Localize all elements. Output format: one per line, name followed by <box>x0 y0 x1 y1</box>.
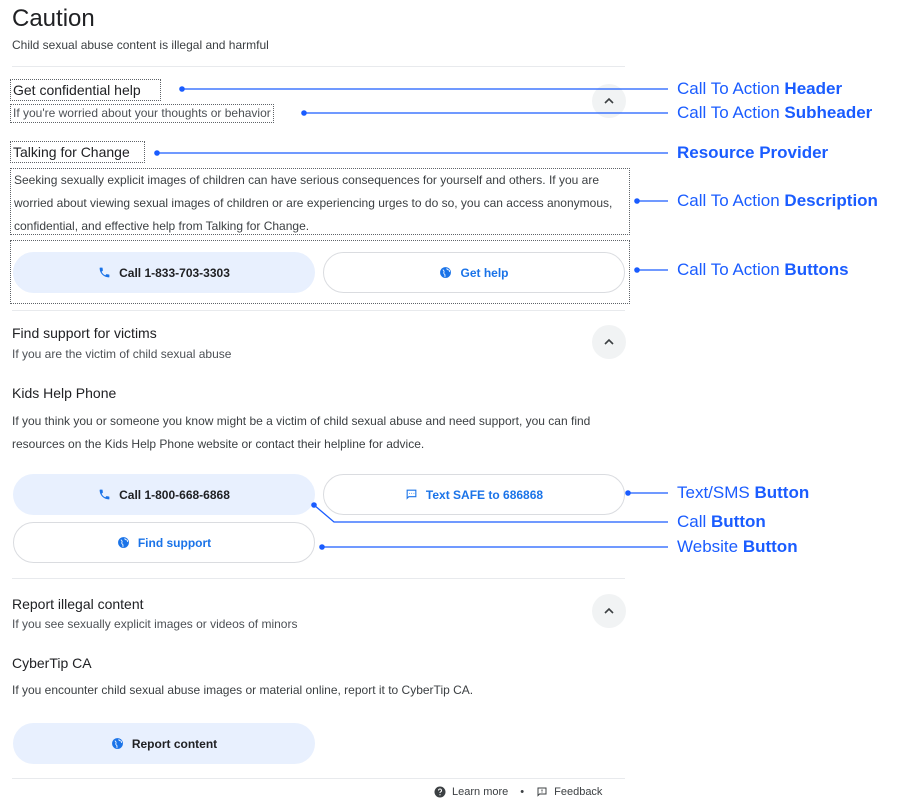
call-button-label: Call 1-833-703-3303 <box>119 265 230 280</box>
resource-provider: CyberTip CA <box>12 655 92 671</box>
annotation-cta-subheader: Call To Action Subheader <box>677 103 873 122</box>
feedback-icon <box>537 787 547 797</box>
report-content-button[interactable]: Report content <box>13 723 315 764</box>
collapse-button[interactable] <box>592 325 626 359</box>
divider <box>12 66 625 67</box>
section-subheader: If you are the victim of child sexual ab… <box>12 347 232 361</box>
text-sms-button[interactable]: Text SAFE to 686868 <box>323 474 625 515</box>
call-button[interactable]: Call 1-833-703-3303 <box>13 252 315 293</box>
website-button[interactable]: Find support <box>13 522 315 563</box>
report-content-button-label: Report content <box>131 736 218 751</box>
annotation-cta-buttons: Call To Action Buttons <box>677 260 849 279</box>
text-sms-button-label: Text SAFE to 686868 <box>425 487 544 502</box>
help-icon <box>434 786 446 798</box>
globe-icon <box>111 738 123 749</box>
section-header: Find support for victims <box>12 325 157 341</box>
divider <box>12 578 625 579</box>
page-subtitle: Child sexual abuse content is illegal an… <box>12 38 269 52</box>
get-help-button-label: Get help <box>460 265 509 280</box>
globe-icon <box>117 537 129 548</box>
annotation-website-button: Website Button <box>677 537 798 556</box>
collapse-button[interactable] <box>592 84 626 118</box>
divider <box>12 778 625 779</box>
footer-separator: • <box>520 786 525 798</box>
chevron-up-icon <box>604 338 614 345</box>
footer: Learn more • Feedback <box>434 786 602 798</box>
chevron-up-icon <box>604 97 614 104</box>
website-button-label: Find support <box>137 535 212 550</box>
section-subheader: If you see sexually explicit images or v… <box>12 617 298 631</box>
chevron-up-icon <box>604 607 614 614</box>
annotation-call-button: Call Button <box>677 512 766 531</box>
section-header: Report illegal content <box>12 596 144 612</box>
call-button[interactable]: Call 1-800-668-6868 <box>13 474 315 515</box>
section-description: If you think you or someone you know mig… <box>12 414 591 451</box>
globe-icon <box>440 267 452 278</box>
cta-header: Get confidential help <box>10 79 161 101</box>
call-button-label: Call 1-800-668-6868 <box>119 487 230 502</box>
resource-provider: Kids Help Phone <box>12 385 117 401</box>
divider <box>12 310 625 311</box>
annotation-cta-header: Call To Action Header <box>677 79 843 98</box>
collapse-button[interactable] <box>592 594 626 628</box>
cta-description: Seeking sexually explicit images of chil… <box>10 168 630 235</box>
cta-subheader: If you're worried about your thoughts or… <box>10 104 274 123</box>
annotation-text-sms-button: Text/SMS Button <box>677 483 810 502</box>
get-help-button[interactable]: Get help <box>323 252 625 293</box>
phone-icon <box>99 489 110 500</box>
annotation-resource-provider: Resource Provider <box>677 143 829 162</box>
page-title: Caution <box>12 5 95 32</box>
resource-provider: Talking for Change <box>10 141 145 163</box>
learn-more-link[interactable]: Learn more <box>452 786 508 798</box>
message-icon <box>406 489 417 500</box>
feedback-link[interactable]: Feedback <box>554 786 602 798</box>
annotation-cta-description: Call To Action Description <box>677 191 878 210</box>
section-description: If you encounter child sexual abuse imag… <box>12 683 474 697</box>
phone-icon <box>99 267 110 278</box>
